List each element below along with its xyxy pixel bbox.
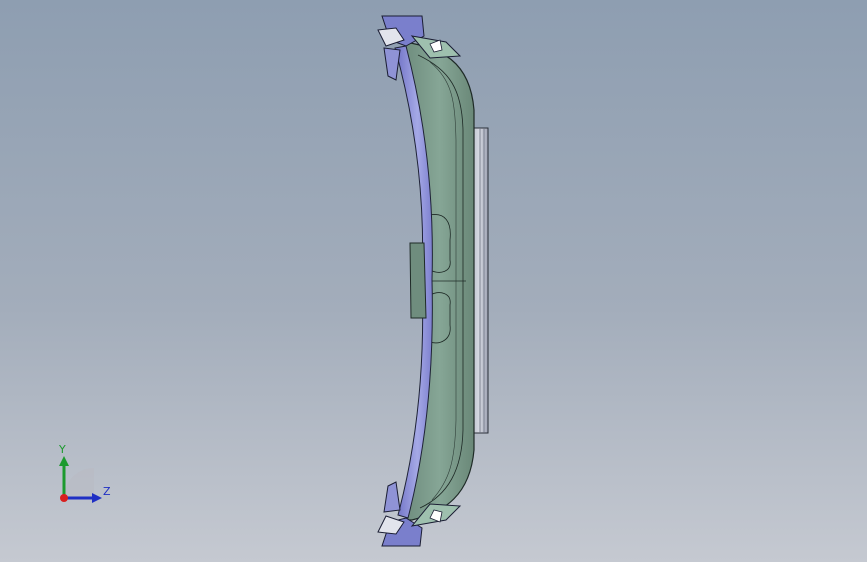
orientation-triad: Y Z	[48, 440, 128, 510]
cad-model-bumper[interactable]	[0, 0, 867, 562]
triad-plane-arc	[64, 468, 94, 498]
y-axis-arrowhead	[59, 456, 69, 466]
y-axis-label: Y	[59, 443, 66, 456]
z-axis-label: Z	[103, 485, 111, 498]
z-axis-arrowhead	[92, 493, 102, 503]
graphics-viewport[interactable]: Y Z	[0, 0, 867, 562]
x-axis-dot	[60, 494, 68, 502]
center-tab[interactable]	[409, 242, 427, 319]
